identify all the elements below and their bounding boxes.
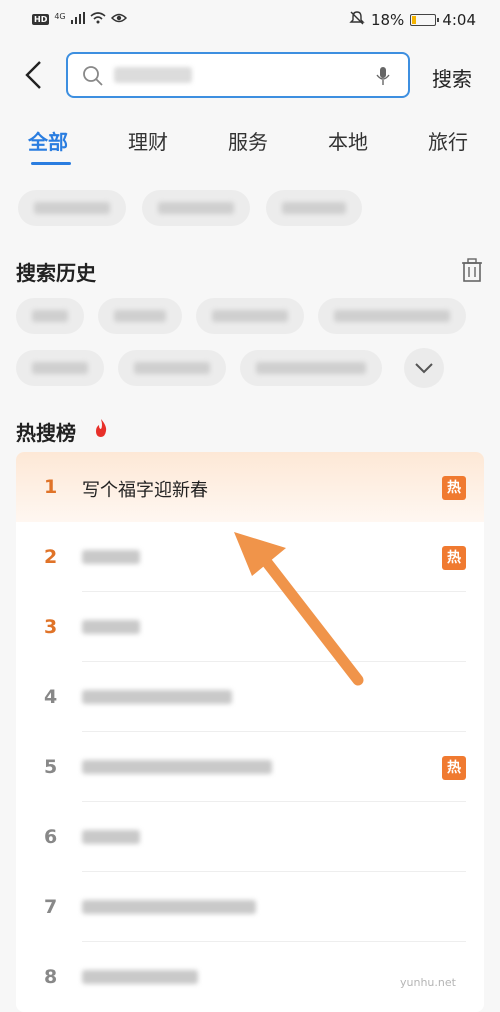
flame-icon [96, 419, 107, 437]
hot-item-title-redacted [82, 900, 256, 914]
history-chip[interactable] [16, 350, 104, 386]
hot-item-rank: 4 [44, 686, 58, 708]
hot-item-title-redacted [82, 760, 272, 774]
hot-item-title-redacted [82, 830, 140, 844]
hot-item-rank: 5 [44, 756, 58, 778]
hot-item-title-redacted [82, 970, 198, 984]
hot-badge: 热 [442, 476, 466, 500]
history-chip[interactable] [196, 298, 304, 334]
search-query-redacted [114, 67, 192, 83]
hot-item[interactable]: 7 [16, 872, 484, 942]
hot-item-rank: 3 [44, 616, 58, 638]
category-tabs: 全部 理财 服务 本地 旅行 [0, 122, 500, 172]
suggestion-chip[interactable] [142, 190, 250, 226]
search-icon [83, 66, 103, 86]
history-chip[interactable] [16, 298, 84, 334]
search-input[interactable] [66, 52, 410, 98]
tab-services[interactable]: 服务 [228, 126, 268, 155]
tab-active-indicator [31, 162, 71, 165]
hot-item[interactable]: 5 热 [16, 732, 484, 802]
hot-item-rank: 8 [44, 966, 58, 988]
search-button[interactable]: 搜索 [432, 63, 472, 92]
history-chip[interactable] [118, 350, 226, 386]
hot-item[interactable]: 1 写个福字迎新春 热 [16, 452, 484, 522]
wifi-icon [90, 12, 106, 27]
mute-icon [349, 10, 365, 30]
tab-all[interactable]: 全部 [28, 126, 68, 155]
watermark: yunhu.net [400, 976, 456, 989]
hot-search-list: 1 写个福字迎新春 热 2 热 3 4 5 热 6 7 8 [16, 452, 484, 1012]
hot-item[interactable]: 3 [16, 592, 484, 662]
suggestion-chip[interactable] [18, 190, 126, 226]
suggestion-chip[interactable] [266, 190, 362, 226]
clock: 4:04 [442, 11, 476, 29]
hot-item[interactable]: 6 [16, 802, 484, 872]
status-bar: HD 4G 18% 4:04 [0, 0, 500, 42]
hot-badge: 热 [442, 546, 466, 570]
search-history-title: 搜索历史 [16, 261, 96, 285]
hot-item-rank: 6 [44, 826, 58, 848]
signal-icon [70, 12, 85, 27]
battery-percent: 18% [370, 11, 405, 29]
trash-icon [462, 258, 482, 282]
hot-item-title-redacted [82, 550, 140, 564]
delete-history-button[interactable] [461, 258, 483, 286]
hot-item[interactable]: 4 [16, 662, 484, 732]
hd-indicator: HD [32, 14, 50, 25]
hot-badge: 热 [442, 756, 466, 780]
hot-list-title: 热搜榜 [16, 421, 76, 445]
hot-item-rank: 1 [44, 476, 58, 498]
tab-finance[interactable]: 理财 [128, 126, 168, 155]
back-button[interactable] [22, 60, 46, 90]
chevron-left-icon [25, 61, 41, 89]
hot-item-title-redacted [82, 620, 140, 634]
hot-item-title-redacted [82, 690, 232, 704]
tab-local[interactable]: 本地 [328, 126, 368, 155]
history-chip[interactable] [240, 350, 382, 386]
hot-item[interactable]: 2 热 [16, 522, 484, 592]
history-chip[interactable] [98, 298, 182, 334]
history-chip[interactable] [318, 298, 466, 334]
hot-item-title: 写个福字迎新春 [82, 480, 208, 501]
eye-icon [110, 12, 127, 27]
network-label: 4G [54, 12, 66, 21]
expand-history-button[interactable] [404, 348, 444, 388]
battery-icon [410, 14, 440, 26]
hot-item-rank: 7 [44, 896, 58, 918]
chevron-down-icon [415, 363, 433, 374]
microphone-icon[interactable] [376, 66, 390, 86]
tab-travel[interactable]: 旅行 [428, 126, 468, 155]
hot-item-rank: 2 [44, 546, 58, 568]
